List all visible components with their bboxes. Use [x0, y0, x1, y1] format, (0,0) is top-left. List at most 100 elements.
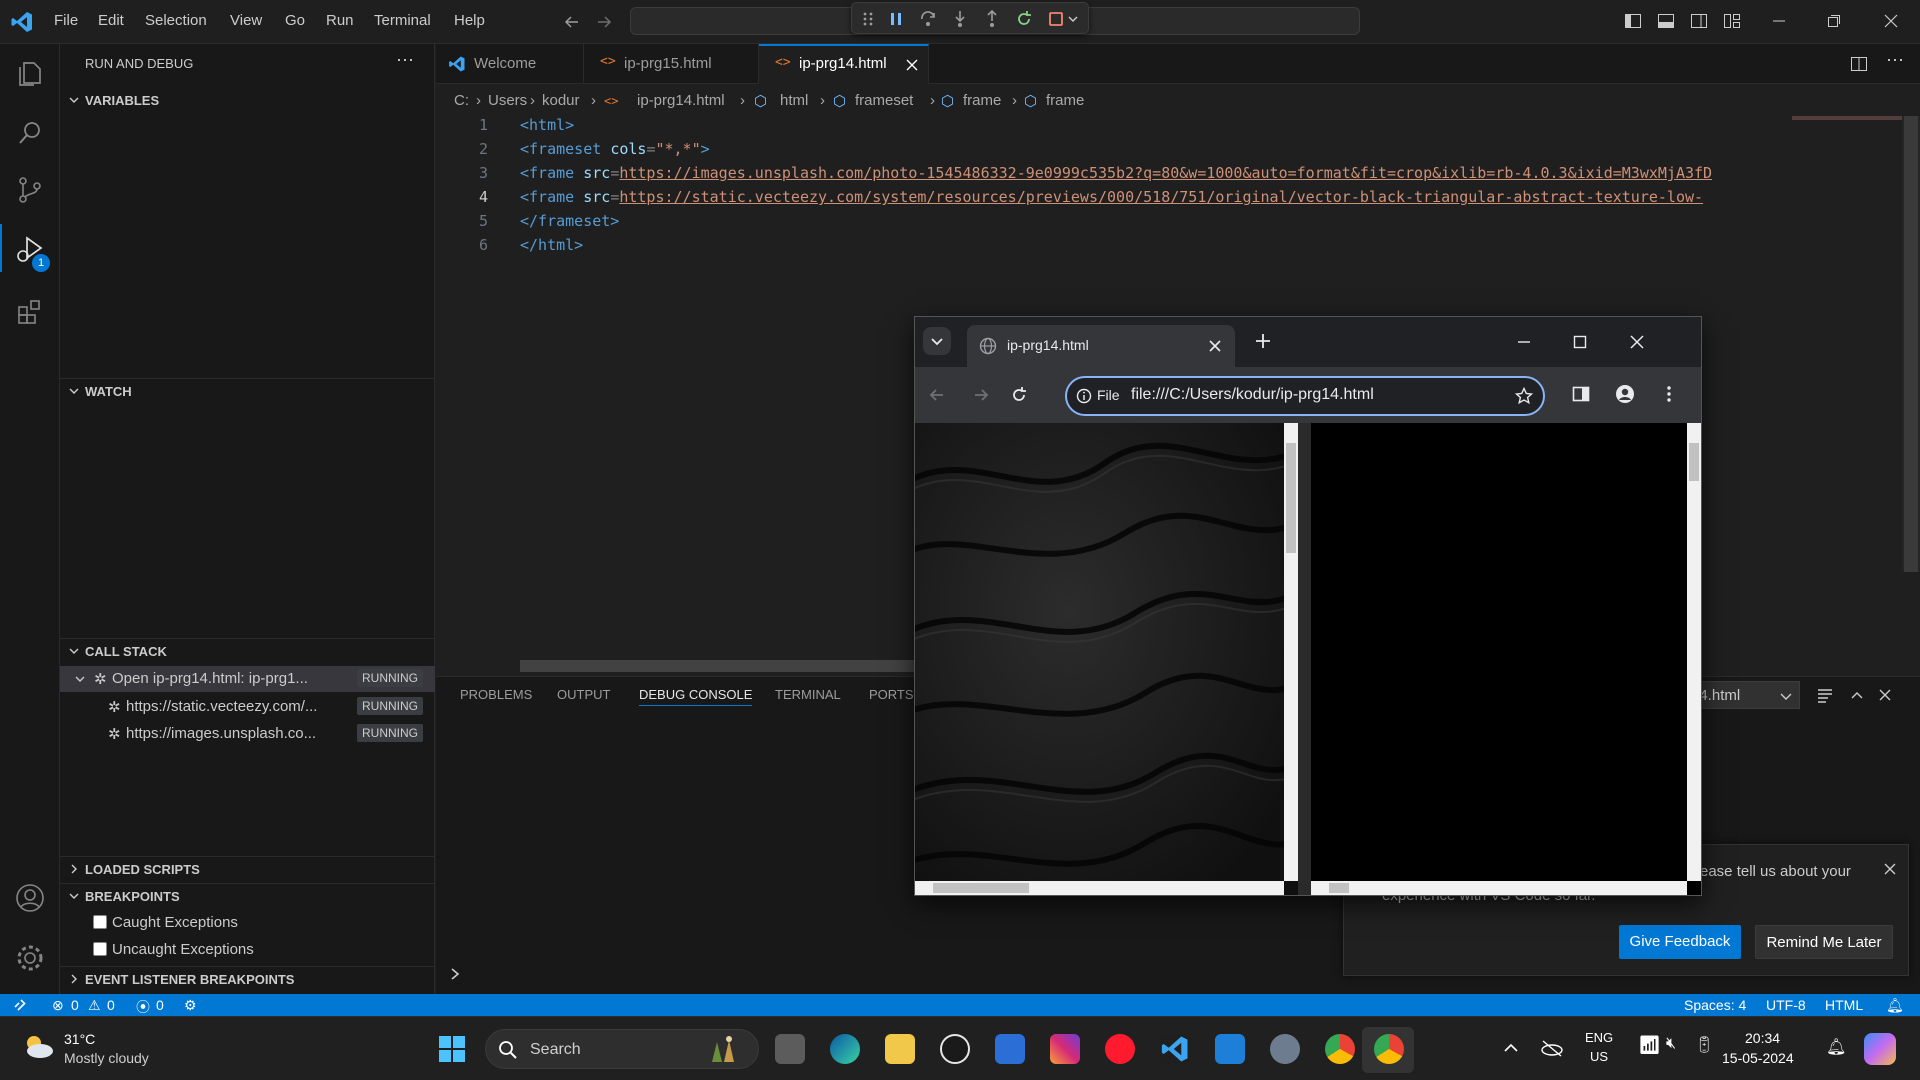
- maximize-icon[interactable]: [1571, 333, 1589, 351]
- step-out-icon[interactable]: [982, 9, 1002, 29]
- close-tab-icon[interactable]: [1207, 338, 1223, 354]
- customize-layout-icon[interactable]: [1723, 12, 1741, 30]
- menu-file[interactable]: File: [54, 12, 78, 29]
- clock-date[interactable]: 15-05-2024: [1722, 1050, 1794, 1066]
- close-tab-icon[interactable]: [905, 58, 919, 72]
- restart-icon[interactable]: [1014, 9, 1034, 29]
- menu-help[interactable]: Help: [454, 12, 485, 29]
- uncaught-exceptions-checkbox[interactable]: [93, 942, 107, 956]
- breadcrumb-item[interactable]: frameset: [855, 92, 913, 109]
- clock-time[interactable]: 20:34: [1745, 1030, 1780, 1046]
- right-frame-vscroll[interactable]: [1687, 423, 1701, 881]
- breadcrumb-item[interactable]: frame: [1046, 92, 1084, 109]
- notification-bell-icon[interactable]: 🔔︎: [1826, 1037, 1846, 1057]
- source-control-icon[interactable]: [14, 174, 46, 206]
- pause-icon[interactable]: [886, 9, 906, 29]
- horizontal-scrollbar[interactable]: [520, 660, 920, 672]
- caught-exceptions-checkbox[interactable]: [93, 915, 107, 929]
- instagram-icon[interactable]: [1050, 1034, 1080, 1064]
- language-mode[interactable]: HTML: [1825, 997, 1863, 1013]
- tab-problems[interactable]: PROBLEMS: [460, 687, 532, 702]
- remote-icon[interactable]: [12, 997, 28, 1013]
- close-icon[interactable]: [1628, 333, 1646, 351]
- region-label[interactable]: US: [1590, 1049, 1608, 1064]
- task-view-icon[interactable]: [775, 1034, 805, 1064]
- menu-selection[interactable]: Selection: [145, 12, 207, 29]
- tab-ip-prg14[interactable]: <> ip-prg14.html: [759, 44, 929, 84]
- left-frame[interactable]: [915, 423, 1298, 895]
- menu-run[interactable]: Run: [326, 12, 354, 29]
- right-frame[interactable]: [1311, 423, 1701, 895]
- close-icon[interactable]: [1882, 12, 1900, 30]
- step-over-icon[interactable]: [918, 9, 938, 29]
- maximize-panel-icon[interactable]: [1848, 686, 1866, 704]
- indentation[interactable]: Spaces: 4: [1684, 997, 1746, 1013]
- stop-icon[interactable]: [1046, 9, 1066, 29]
- taskbar-search[interactable]: Search: [485, 1029, 759, 1069]
- give-feedback-button[interactable]: Give Feedback: [1619, 925, 1741, 959]
- address-bar[interactable]: File file:///C:/Users/kodur/ip-prg14.htm…: [1065, 376, 1545, 416]
- event-listener-section-header[interactable]: EVENT LISTENER BREAKPOINTS: [60, 966, 435, 992]
- side-panel-icon[interactable]: [1571, 384, 1591, 404]
- battery-icon[interactable]: 🔋︎: [1694, 1035, 1714, 1055]
- breadcrumb-item[interactable]: C:: [454, 92, 469, 109]
- loaded-scripts-section-header[interactable]: LOADED SCRIPTS: [60, 856, 435, 882]
- ports-icon[interactable]: ⦿: [136, 997, 150, 1017]
- breakpoint-item[interactable]: Caught Exceptions: [60, 910, 435, 936]
- call-stack-item[interactable]: ✲ https://static.vecteezy.com/... RUNNIN…: [60, 694, 435, 720]
- variables-section-header[interactable]: VARIABLES: [60, 88, 435, 114]
- frame-divider[interactable]: [1298, 423, 1311, 895]
- file-explorer-icon[interactable]: [885, 1034, 915, 1064]
- forward-arrow-icon[interactable]: [594, 12, 614, 32]
- menu-go[interactable]: Go: [285, 12, 305, 29]
- drag-handle-icon[interactable]: [858, 9, 878, 29]
- chrome-profile-icon[interactable]: [1325, 1034, 1355, 1064]
- reload-icon[interactable]: [1009, 385, 1029, 405]
- tab-ports[interactable]: PORTS: [869, 687, 914, 702]
- toggle-sidebar-icon[interactable]: [1624, 12, 1642, 30]
- right-frame-hscroll[interactable]: [1311, 881, 1687, 895]
- close-panel-icon[interactable]: [1876, 686, 1894, 704]
- notifications-bell-icon[interactable]: 🔔︎: [1886, 997, 1904, 1014]
- left-frame-hscroll[interactable]: [915, 881, 1284, 895]
- minimize-icon[interactable]: [1515, 333, 1533, 351]
- console-prompt-icon[interactable]: [448, 967, 462, 981]
- menu-edit[interactable]: Edit: [98, 12, 124, 29]
- breakpoint-item[interactable]: Uncaught Exceptions: [60, 937, 435, 963]
- remind-later-button[interactable]: Remind Me Later: [1755, 925, 1893, 959]
- settings-gear-icon[interactable]: [14, 942, 46, 974]
- language-label[interactable]: ENG: [1585, 1030, 1613, 1045]
- tab-output[interactable]: OUTPUT: [557, 687, 610, 702]
- more-actions-icon[interactable]: ⋯: [1886, 50, 1904, 71]
- microsoft-store-icon[interactable]: [995, 1034, 1025, 1064]
- step-into-icon[interactable]: [950, 9, 970, 29]
- debug-session-select[interactable]: 14.html: [1690, 681, 1800, 709]
- new-tab-icon[interactable]: [1253, 331, 1273, 351]
- toggle-secondary-sidebar-icon[interactable]: [1690, 12, 1708, 30]
- breadcrumb-item[interactable]: frame: [963, 92, 1001, 109]
- tab-debug-console[interactable]: DEBUG CONSOLE: [639, 687, 753, 706]
- call-stack-section-header[interactable]: CALL STACK: [60, 638, 435, 664]
- onedrive-off-icon[interactable]: [1540, 1039, 1564, 1057]
- more-actions-icon[interactable]: ⋯: [396, 50, 414, 71]
- weather-cloud-icon[interactable]: [20, 1031, 56, 1061]
- explorer-icon[interactable]: [14, 58, 46, 90]
- close-notification-icon[interactable]: [1882, 861, 1898, 877]
- minimize-icon[interactable]: [1770, 12, 1788, 30]
- call-stack-item[interactable]: ✲ https://images.unsplash.co... RUNNING: [60, 721, 435, 747]
- browser-tab[interactable]: ip-prg14.html: [967, 325, 1235, 367]
- opera-icon[interactable]: [1105, 1034, 1135, 1064]
- volume-muted-icon[interactable]: 🔇︎: [1666, 1035, 1676, 1053]
- clear-console-icon[interactable]: [1816, 686, 1834, 704]
- breadcrumb-item[interactable]: Users: [488, 92, 527, 109]
- debug-status-icon[interactable]: ⚙: [184, 997, 197, 1014]
- menu-terminal[interactable]: Terminal: [374, 12, 431, 29]
- copilot-icon[interactable]: [1864, 1033, 1896, 1065]
- account-icon[interactable]: [14, 882, 46, 914]
- back-arrow-icon[interactable]: [562, 12, 582, 32]
- restore-icon[interactable]: [1825, 12, 1843, 30]
- dell-icon[interactable]: [940, 1034, 970, 1064]
- tab-ip-prg15[interactable]: <> ip-prg15.html: [584, 44, 759, 84]
- split-editor-icon[interactable]: [1850, 55, 1868, 73]
- warning-icon[interactable]: ⚠: [88, 997, 101, 1014]
